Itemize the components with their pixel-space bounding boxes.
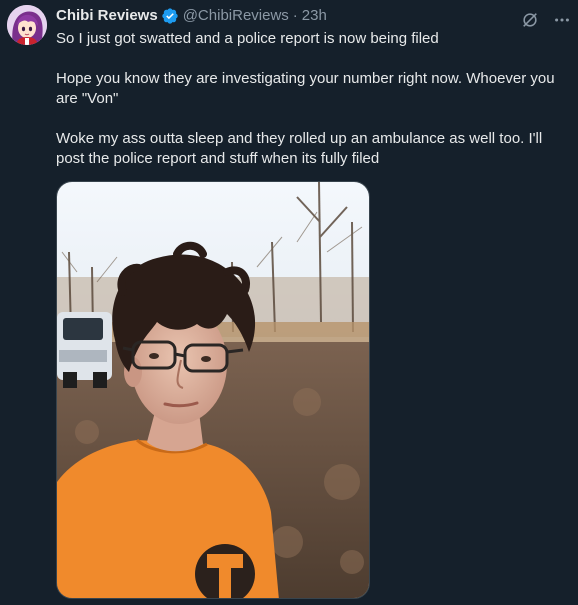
tweet-paragraph: Hope you know they are investigating you… <box>56 70 555 107</box>
author-handle[interactable]: @ChibiReviews <box>183 6 289 26</box>
verified-badge-icon[interactable] <box>161 7 179 25</box>
header-actions <box>520 10 572 30</box>
avatar[interactable] <box>7 5 47 45</box>
grok-icon[interactable] <box>520 10 540 30</box>
display-name[interactable]: Chibi Reviews <box>56 6 158 26</box>
timestamp[interactable]: 23h <box>302 6 327 26</box>
separator-dot: · <box>292 7 298 24</box>
tweet-content: Chibi Reviews @ChibiReviews · 23h So I j… <box>56 6 571 169</box>
selfie-photo <box>57 182 369 598</box>
tweet-paragraph: So I just got swatted and a police repor… <box>56 30 439 47</box>
more-options-icon[interactable] <box>552 10 572 30</box>
tweet-header: Chibi Reviews @ChibiReviews · 23h <box>56 6 571 26</box>
tweet-paragraph: Woke my ass outta sleep and they rolled … <box>56 130 543 167</box>
anime-avatar-icon <box>7 5 47 45</box>
tweet-text: So I just got swatted and a police repor… <box>56 29 571 169</box>
tweet-photo[interactable] <box>56 181 370 599</box>
tweet: Chibi Reviews @ChibiReviews · 23h So I j… <box>0 0 578 605</box>
